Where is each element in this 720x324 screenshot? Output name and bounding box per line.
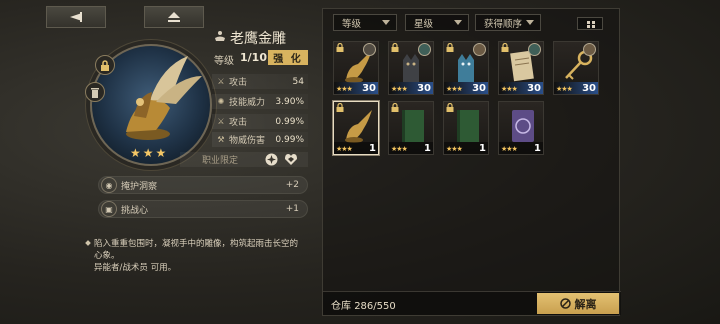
inventory-slot[interactable]: ★★★ 30 [333,41,379,95]
dropdown-arrow-icon [454,20,462,25]
stat-row: ✺ 技能威力 3.90% [212,94,308,109]
back-arrow-icon [70,12,82,22]
lock-icon [391,43,399,52]
lock-icon [501,43,509,52]
class-emblem-icon [215,31,225,41]
skill-challenge-icon: ▣ [101,201,117,217]
filter-star[interactable]: 星级 [405,14,469,31]
level-value: 1/10 [240,51,267,64]
eagle-statue-icon [345,110,372,143]
class-icon-2 [285,154,297,165]
character-avatar [583,43,596,56]
skill-row[interactable]: ▣ 挑战心 +1 [98,200,308,218]
dropdown-arrow-icon [382,20,390,25]
inventory-slot[interactable]: ★★★ 1 [498,101,544,155]
lock-icon [391,103,399,112]
item-stars: ★★★ [130,146,169,160]
character-avatar [418,43,431,56]
inventory-slot[interactable]: ★★★ 30 [498,41,544,95]
purple-card-icon [512,110,534,142]
eject-icon [168,12,180,22]
character-avatar [473,43,486,56]
inventory-slot[interactable]: ★★★ 30 [443,41,489,95]
filter-order[interactable]: 获得顺序 [475,14,541,31]
home-button[interactable] [144,6,204,28]
character-avatar [528,43,541,56]
lock-icon [336,43,344,52]
skill-row[interactable]: ◉ 掩护洞察 +2 [98,176,308,194]
stat-row: ⚔ 攻击 54 [212,74,308,89]
item-name: 老鹰金雕 [230,31,286,47]
attack-icon: ⚔ [217,116,225,126]
lock-icon [446,43,454,52]
level-label: 等级 [214,56,234,67]
stat-row: ⚔ 攻击 0.99% [212,114,308,129]
dismantle-button[interactable]: 解离 [537,293,619,314]
inventory-slot[interactable]: ★★★ 1 [388,101,434,155]
inventory-slot[interactable]: ★★★ 30 [553,41,599,95]
physical-damage-icon: ⚒ [217,134,225,144]
lock-icon [336,103,344,112]
inventory-slot-selected[interactable]: ★★★ 1 [333,101,379,155]
skill-power-icon: ✺ [217,96,225,106]
stat-row: ⚒ 物威伤害 0.99% [212,132,308,147]
inventory-footer: 仓库 286/550 解离 [323,291,621,315]
skill-insight-icon: ◉ [101,177,117,193]
dismantle-icon [559,298,571,309]
inventory-panel: 等级 星级 获得顺序 ★★★ 30 ★★★ 30 ★★★ 30 ★★★ 30 ★… [322,8,621,316]
back-button[interactable] [46,6,106,28]
inventory-slot[interactable]: ★★★ 30 [388,41,434,95]
class-restriction: 职业限定 [180,152,308,167]
delete-button[interactable] [85,82,105,102]
dropdown-arrow-icon [526,20,534,25]
lock-icon [446,103,454,112]
bullet-icon [85,240,91,246]
storage-count: 仓库 286/550 [331,301,396,312]
lock-icon [101,59,109,71]
inventory-slot[interactable]: ★★★ 1 [443,101,489,155]
filter-level[interactable]: 等级 [333,14,397,31]
enhance-button[interactable]: 强 化 [268,50,308,65]
class-icon-1 [265,153,278,166]
green-book-icon [402,110,424,142]
lock-toggle[interactable] [95,55,115,75]
character-avatar [363,43,376,56]
grid-view-toggle[interactable] [577,17,603,30]
trash-icon [91,87,99,98]
green-book-icon [457,110,479,142]
item-description: 陷入重重包围时，凝视手中的雕像，构筑起雨击长空的 心象。 异能者/战术员 可用。 [94,239,299,273]
attack-icon: ⚔ [217,76,225,86]
